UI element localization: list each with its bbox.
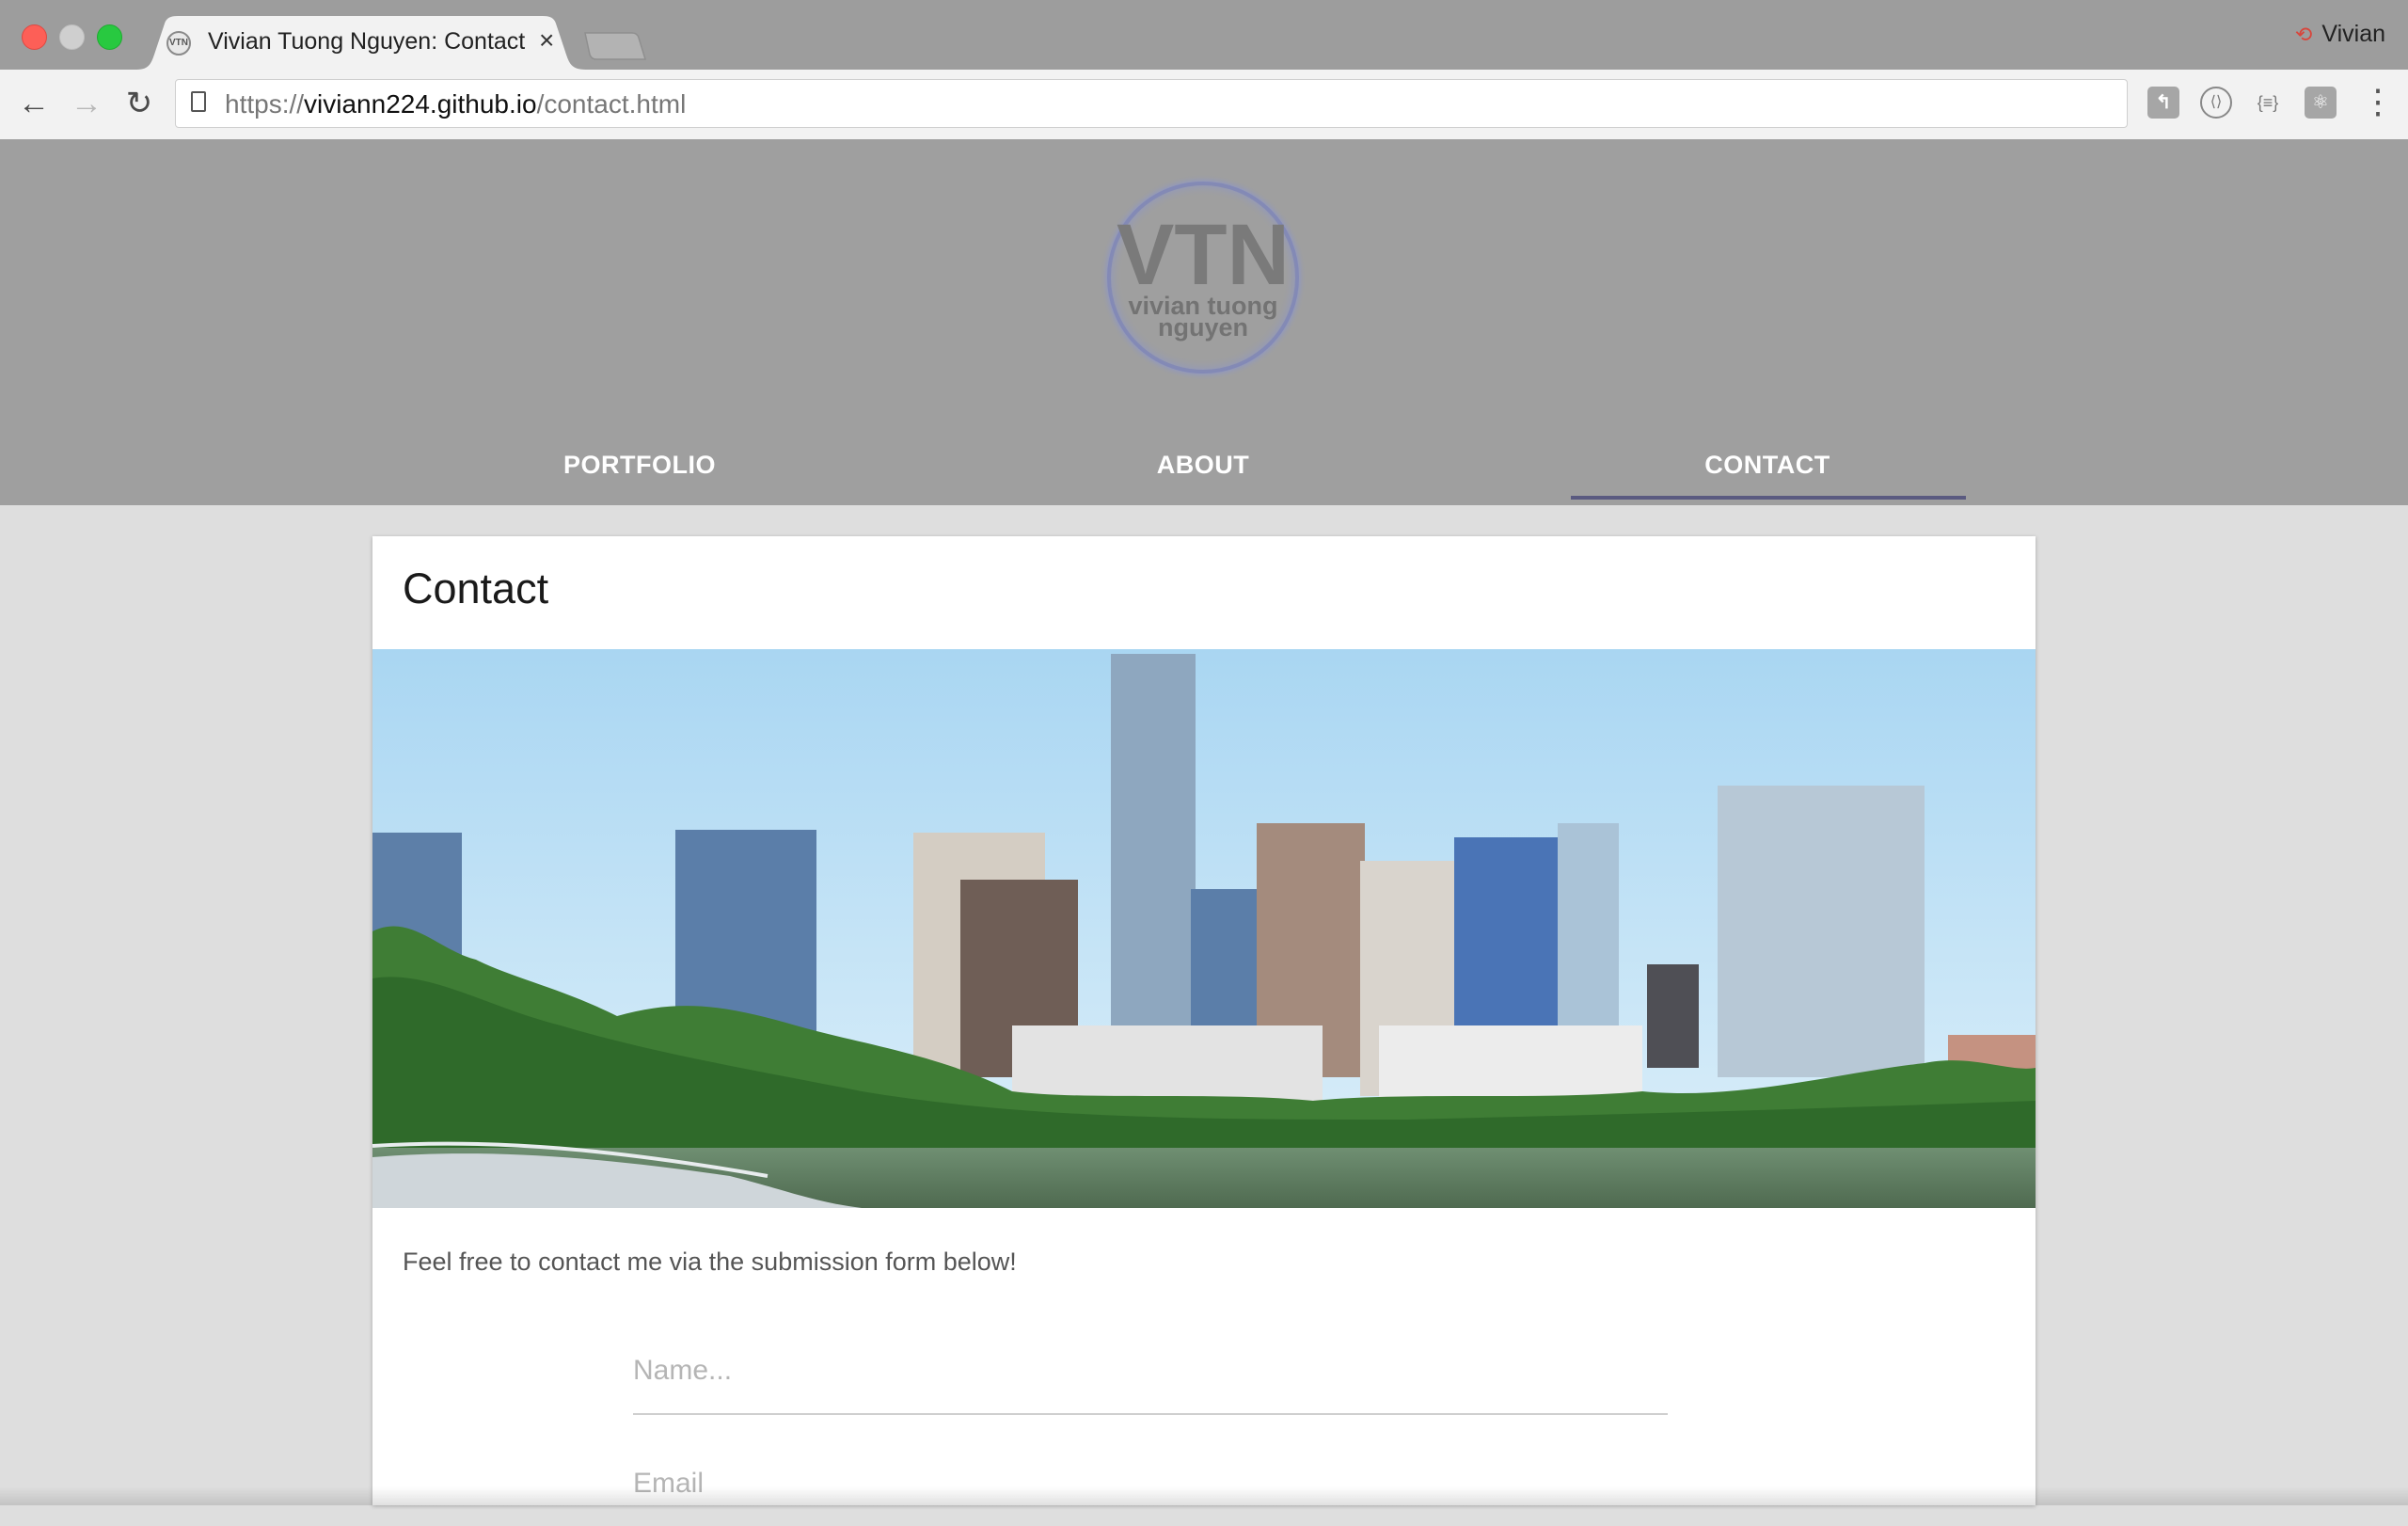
- window-bottom-shadow: [0, 1486, 2408, 1505]
- minimize-window-button[interactable]: [59, 24, 85, 50]
- close-window-button[interactable]: [22, 24, 47, 50]
- profile-name: Vivian: [2321, 21, 2385, 47]
- tab-close-icon[interactable]: ×: [539, 25, 554, 56]
- site-logo[interactable]: VTN vivian tuong nguyen: [1099, 173, 1307, 382]
- new-tab-button[interactable]: [583, 31, 647, 61]
- json-extension-icon[interactable]: {≡}: [2252, 87, 2284, 119]
- page-title: Contact: [403, 564, 549, 612]
- extension-icon[interactable]: ⟨⟩: [2200, 87, 2232, 119]
- browser-toolbar: ← → ↻ https://viviann224.github.io/conta…: [0, 70, 2408, 140]
- profile-button[interactable]: ⟲ Vivian: [2295, 21, 2385, 48]
- browser-menu-icon[interactable]: ⋮: [2361, 85, 2395, 119]
- name-placeholder: Name...: [633, 1355, 733, 1386]
- logo-monogram: VTN: [1117, 207, 1290, 303]
- active-nav-indicator: [1571, 496, 1966, 500]
- city-skyline-image: [372, 649, 2036, 1208]
- url-path: /contact.html: [536, 89, 687, 119]
- browser-tab-strip: VTN Vivian Tuong Nguyen: Contact × ⟲ Vivi…: [0, 0, 2408, 70]
- nav-item-about[interactable]: ABOUT: [939, 440, 1467, 505]
- browser-tab-active[interactable]: VTN Vivian Tuong Nguyen: Contact ×: [136, 16, 586, 70]
- extension-icon[interactable]: ↰: [2147, 87, 2179, 119]
- back-button[interactable]: ←: [13, 83, 55, 124]
- url-scheme: https://: [225, 89, 305, 119]
- site-favicon-icon: VTN: [166, 31, 191, 56]
- reload-button[interactable]: ↻: [119, 83, 160, 124]
- nav-item-portfolio[interactable]: PORTFOLIO: [375, 440, 904, 505]
- contact-card: Contact Feel free to contact me via the …: [372, 536, 2036, 1505]
- intro-text: Feel free to contact me via the submissi…: [403, 1248, 1017, 1276]
- name-input[interactable]: Name...: [633, 1355, 1668, 1415]
- url-text[interactable]: https://viviann224.github.io/contact.htm…: [225, 89, 686, 119]
- address-bar[interactable]: https://viviann224.github.io/contact.htm…: [175, 79, 2128, 128]
- page-info-icon[interactable]: [191, 91, 206, 112]
- tab-title: Vivian Tuong Nguyen: Contact: [208, 28, 526, 55]
- forward-button[interactable]: →: [66, 83, 107, 124]
- react-devtools-icon[interactable]: ⚛: [2305, 87, 2337, 119]
- sync-error-icon: ⟲: [2294, 23, 2313, 46]
- main-nav: PORTFOLIO ABOUT CONTACT: [0, 440, 2408, 505]
- maximize-window-button[interactable]: [97, 24, 122, 50]
- logo-name-line2: nguyen: [1158, 313, 1248, 342]
- site-header: VTN vivian tuong nguyen PORTFOLIO ABOUT …: [0, 139, 2408, 505]
- url-host: viviann224.github.io: [304, 89, 537, 119]
